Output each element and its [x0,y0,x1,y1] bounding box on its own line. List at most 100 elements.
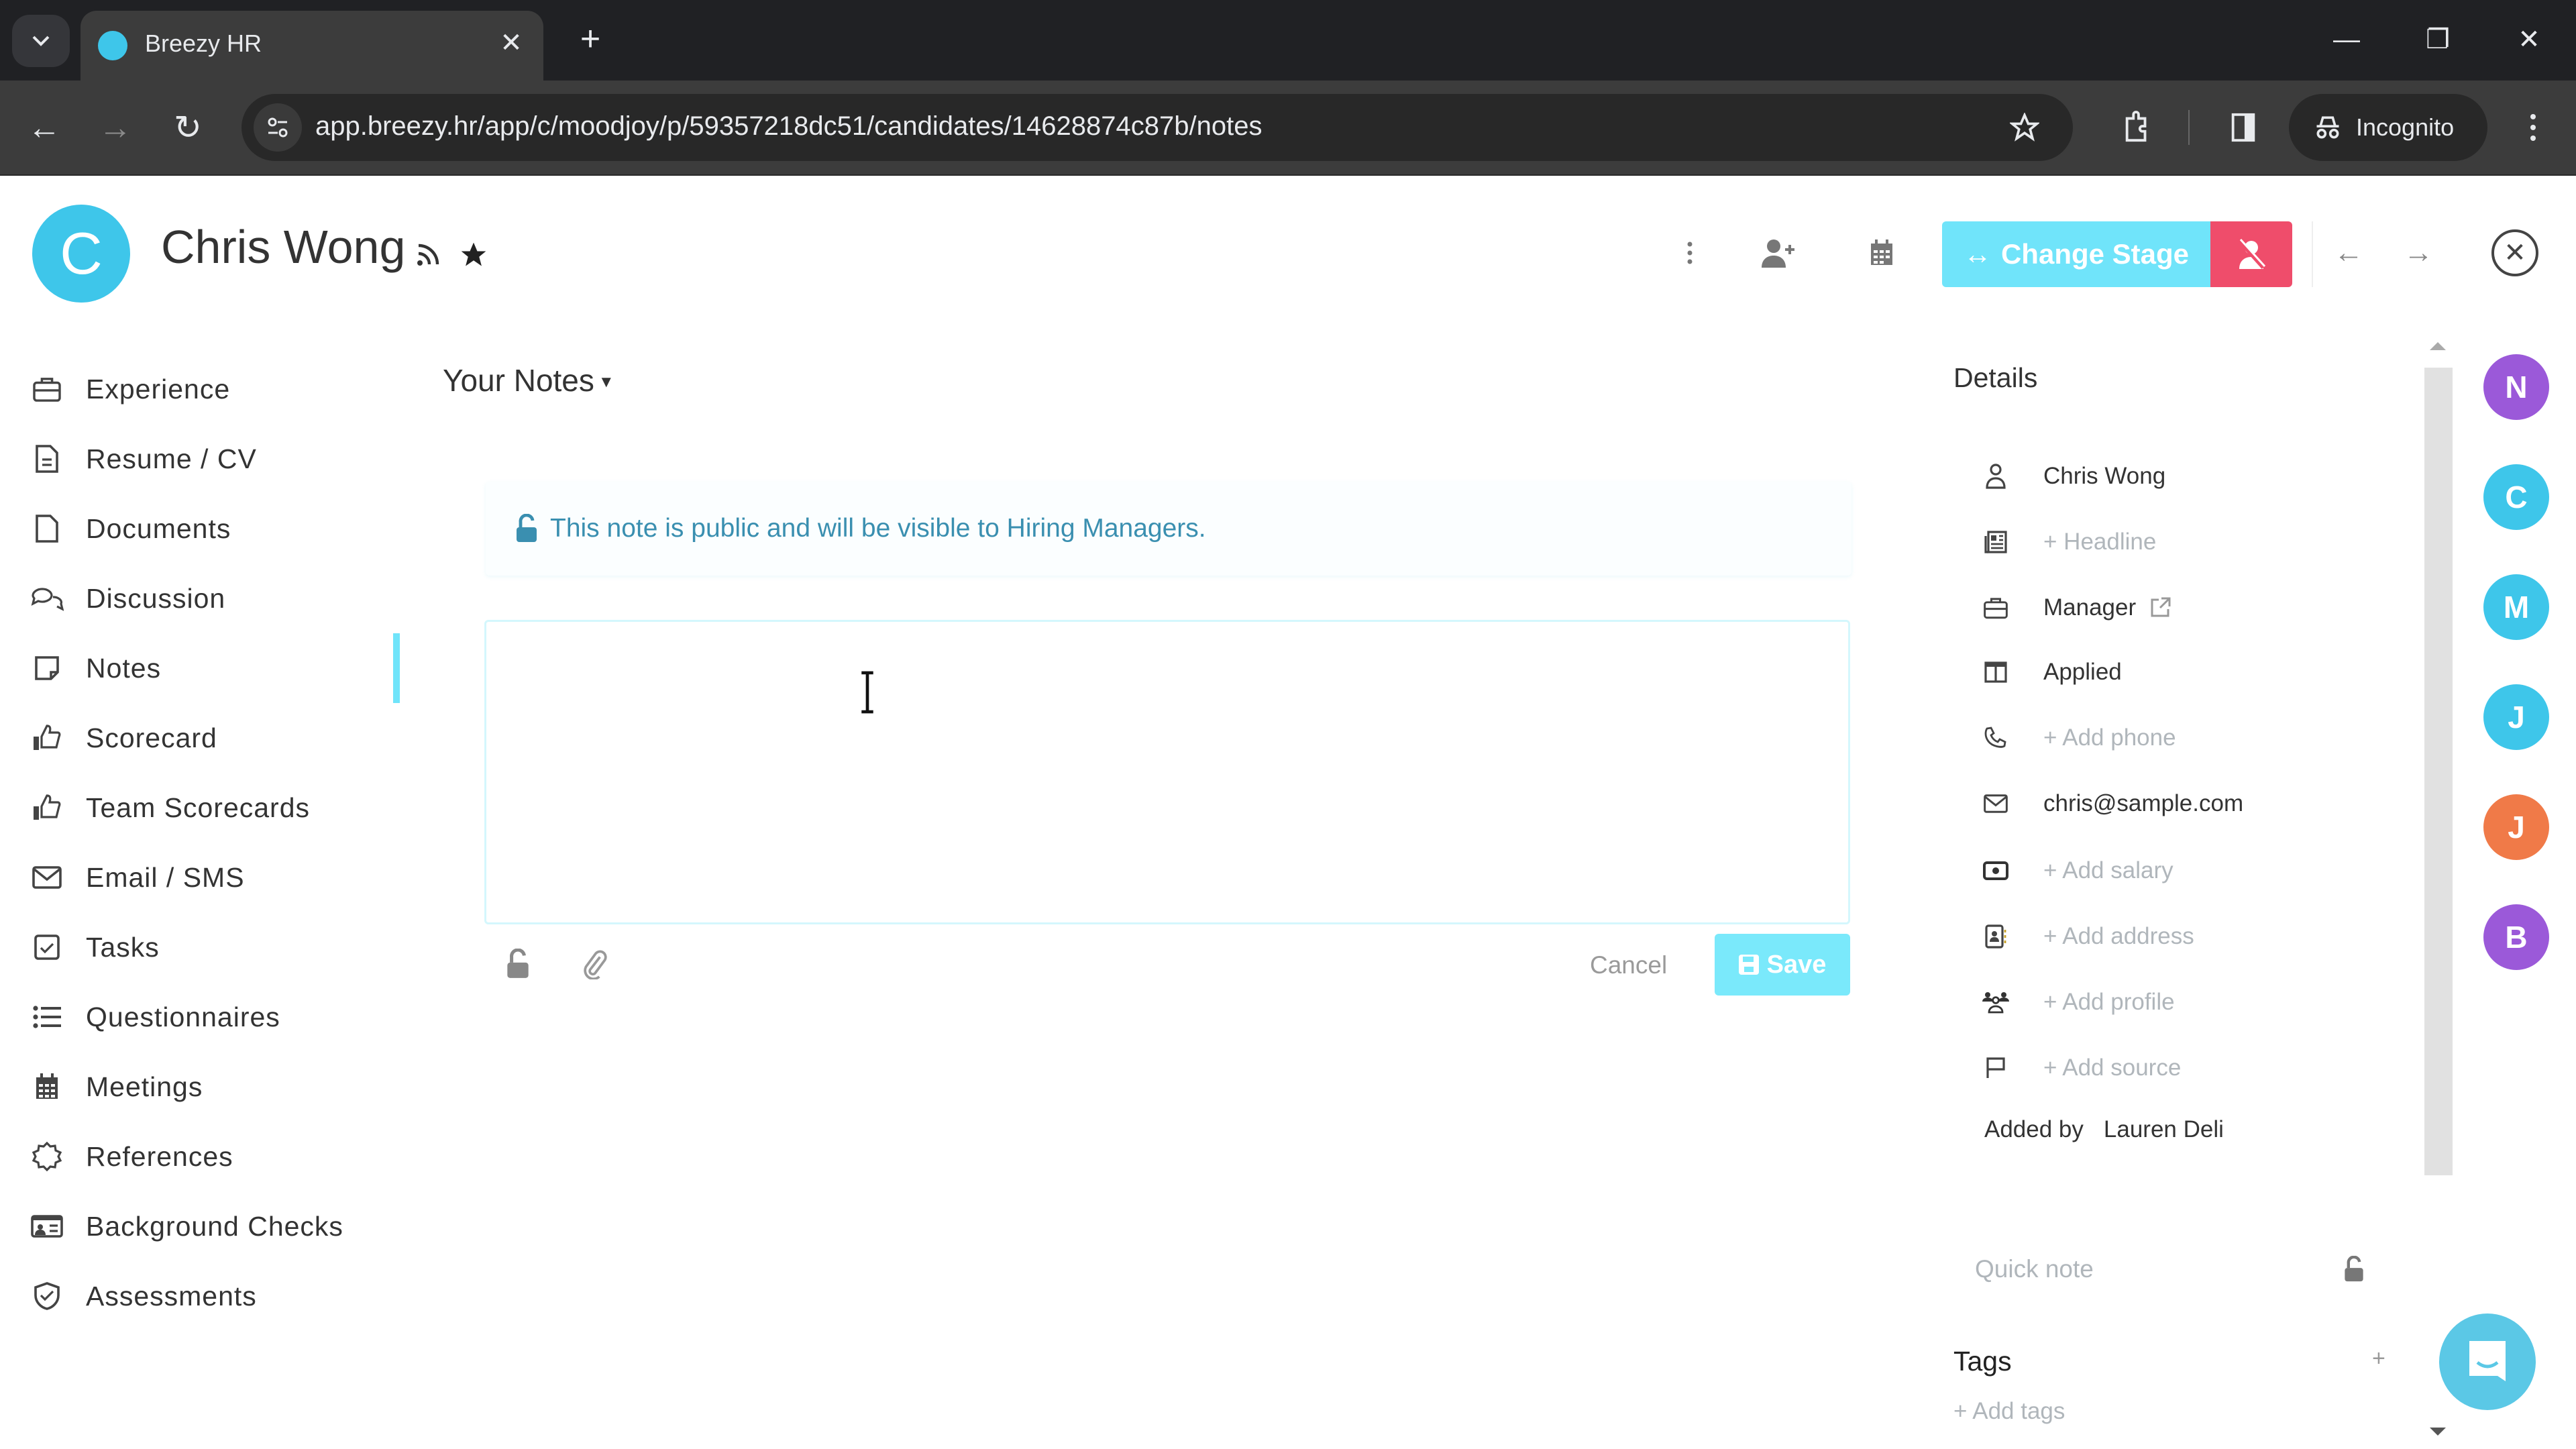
favorite-star-icon[interactable] [459,240,488,270]
add-tags-link[interactable]: + Add tags [1953,1398,2065,1425]
change-stage-button[interactable]: ↔ Change Stage [1942,221,2210,287]
detail-row-position[interactable]: Manager [1979,586,2381,629]
team-member-avatar[interactable]: J [2483,684,2549,750]
close-window-button[interactable]: ✕ [2496,16,2563,63]
arrows-horizontal-icon: ↔ [1963,238,1992,270]
save-button[interactable]: Save [1715,934,1850,996]
detail-row-stage[interactable]: Applied [1979,651,2381,694]
back-button[interactable]: ← [20,103,68,152]
chat-bubbles-icon [30,581,64,616]
shield-check-icon [30,1279,64,1313]
calendar-icon [1871,239,1892,265]
forward-button[interactable]: → [91,103,140,152]
rss-feed-icon[interactable] [415,241,441,268]
checkbox-icon [30,930,64,965]
puzzle-icon [2125,111,2147,142]
url-text[interactable]: app.breezy.hr/app/c/moodjoy/p/59357218dc… [315,111,1262,142]
note-editor[interactable] [484,620,1850,924]
detail-row-phone[interactable]: + Add phone [1979,716,2381,759]
envelope-icon [1979,787,2012,820]
kebab-menu-icon [2530,114,2536,141]
sidebar-item-email-sms[interactable]: Email / SMS [30,851,392,904]
next-candidate-button[interactable]: → [2395,229,2442,276]
detail-row-source[interactable]: + Add source [1979,1046,2381,1089]
sidebar-item-tasks[interactable]: Tasks [30,920,392,974]
sidebar-item-references[interactable]: References [30,1130,392,1183]
external-link-icon[interactable] [2149,597,2171,619]
sidebar-item-discussion[interactable]: Discussion [30,572,392,625]
team-member-avatar[interactable]: B [2483,904,2549,970]
detail-row-address[interactable]: + Add address [1979,915,2381,958]
visibility-message: This note is public and will be visible … [550,514,1206,543]
sidebar-item-assessments[interactable]: Assessments [30,1269,392,1323]
minimize-button[interactable]: — [2313,16,2380,63]
sidebar-item-background-checks[interactable]: Background Checks [30,1199,392,1253]
extensions-button[interactable] [2113,103,2161,152]
team-member-avatar[interactable]: N [2483,354,2549,420]
detail-row-salary[interactable]: + Add salary [1979,849,2381,892]
cancel-button[interactable]: Cancel [1590,942,1667,989]
list-icon [30,1000,64,1034]
position-name[interactable]: Manager [2043,594,2136,621]
schedule-meeting-button[interactable] [1858,229,1905,276]
tab-search-button[interactable] [12,15,70,67]
file-text-icon [30,441,64,476]
tune-icon [268,117,288,138]
new-tab-button[interactable]: + [570,19,610,59]
quick-note-input[interactable]: Quick note [1975,1249,2377,1289]
contact-book-icon [1979,920,2012,953]
site-info-button[interactable] [254,103,302,152]
disqualify-button[interactable] [2210,221,2292,287]
team-member-avatar[interactable]: C [2483,464,2549,530]
browser-menu-button[interactable] [2509,103,2557,152]
assign-user-button[interactable] [1755,229,1802,276]
more-actions-button[interactable] [1666,229,1713,276]
scroll-down-arrow[interactable] [2430,1428,2446,1436]
sidebar-item-experience[interactable]: Experience [30,362,392,416]
sidebar-item-notes[interactable]: Notes [30,641,392,695]
quick-note-privacy-icon[interactable] [2343,1256,2365,1283]
detail-row-headline[interactable]: + Headline [1979,521,2381,564]
sidebar-item-scorecard[interactable]: Scorecard [30,711,392,765]
browser-tab-bar: Breezy HR ✕ + — ❐ ✕ [0,0,2576,80]
added-by: Added by Lauren Deli [1984,1116,2224,1143]
detail-row-profile[interactable]: + Add profile [1979,981,2381,1024]
detail-row-name[interactable]: Chris Wong [1979,455,2381,498]
browser-tab[interactable]: Breezy HR ✕ [80,11,543,80]
team-member-avatar[interactable]: M [2483,574,2549,640]
flag-icon [1979,1051,2012,1085]
reload-button[interactable]: ↻ [164,103,212,152]
attach-file-icon[interactable] [581,949,608,979]
close-tab-button[interactable]: ✕ [494,25,529,60]
notes-filter-dropdown[interactable]: Your Notes ▼ [443,362,614,398]
added-by-name: Lauren Deli [2103,1116,2224,1142]
sidebar-item-resume[interactable]: Resume / CV [30,432,392,486]
previous-candidate-button[interactable]: ← [2325,229,2372,276]
side-panel-button[interactable] [2219,103,2267,152]
browser-toolbar: ← → ↻ app.breezy.hr/app/c/moodjoy/p/5935… [0,80,2576,176]
sidebar-item-meetings[interactable]: Meetings [30,1060,392,1114]
add-tag-plus-button[interactable]: + [2372,1346,2385,1372]
bookmark-button[interactable] [2004,107,2045,148]
chat-launcher-button[interactable] [2439,1313,2536,1410]
close-candidate-button[interactable]: ✕ [2491,229,2538,276]
star-outline-icon [2010,113,2039,142]
detail-row-email[interactable]: chris@sample.com [1979,782,2381,825]
sidebar-item-questionnaires[interactable]: Questionnaires [30,990,392,1044]
sidebar-item-documents[interactable]: Documents [30,502,392,555]
phone-icon [1979,721,2012,755]
unlock-icon [517,514,537,542]
header-divider [2312,221,2313,287]
sidebar-item-team-scorecards[interactable]: Team Scorecards [30,781,392,835]
incognito-indicator[interactable]: Incognito [2289,94,2487,161]
team-member-avatar[interactable]: J [2483,794,2549,860]
chevron-down-icon [32,36,50,46]
details-scrollbar[interactable] [2424,368,2453,1175]
privacy-toggle-icon[interactable] [504,949,531,979]
candidate-avatar: C [32,205,130,303]
restore-button[interactable]: ❐ [2404,16,2471,63]
address-bar[interactable]: app.breezy.hr/app/c/moodjoy/p/59357218dc… [241,94,2073,161]
envelope-icon [30,860,64,895]
newspaper-icon [1979,525,2012,559]
scroll-up-arrow[interactable] [2430,342,2446,350]
